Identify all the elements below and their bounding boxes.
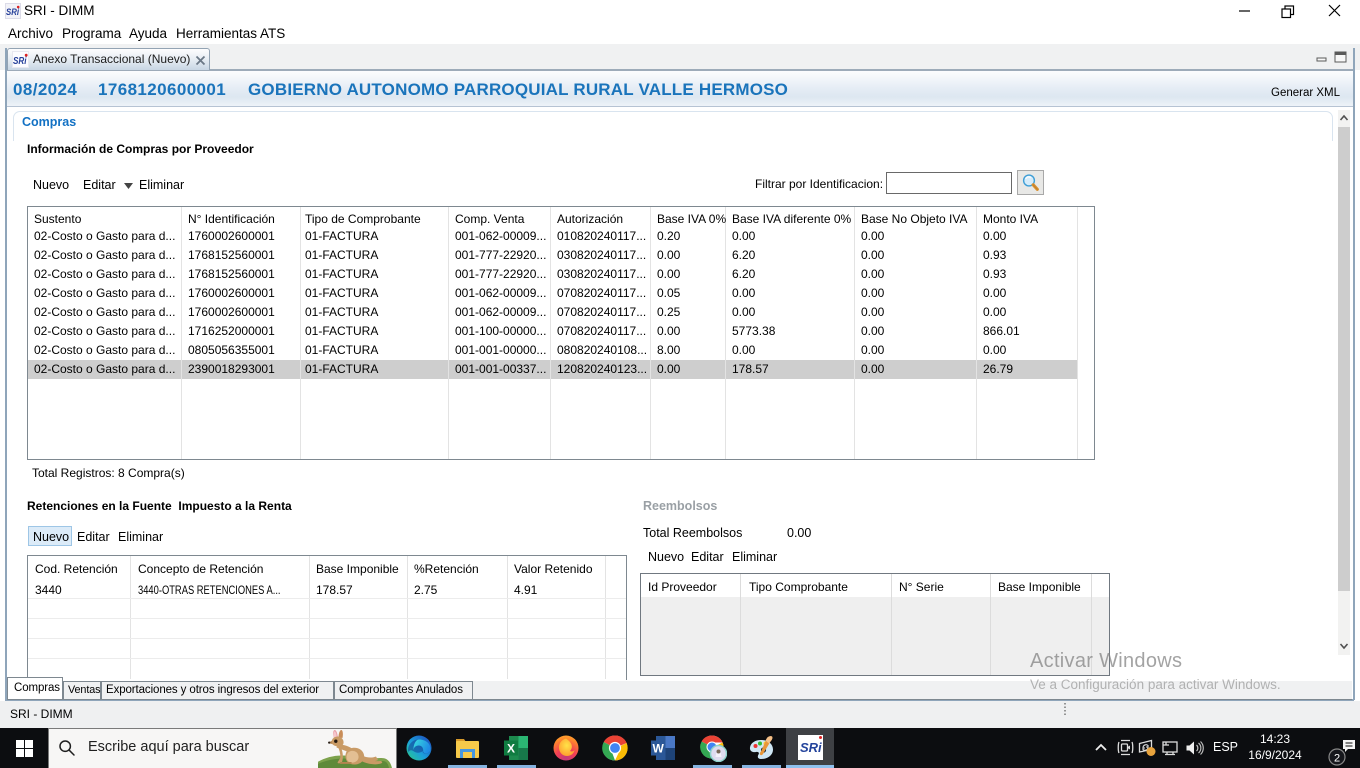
- svg-text:W: W: [653, 742, 665, 756]
- svg-text:SRi: SRi: [13, 56, 27, 67]
- svg-text:2: 2: [1334, 753, 1340, 765]
- svg-text:SRi: SRi: [6, 7, 19, 17]
- svg-text:X: X: [507, 742, 515, 756]
